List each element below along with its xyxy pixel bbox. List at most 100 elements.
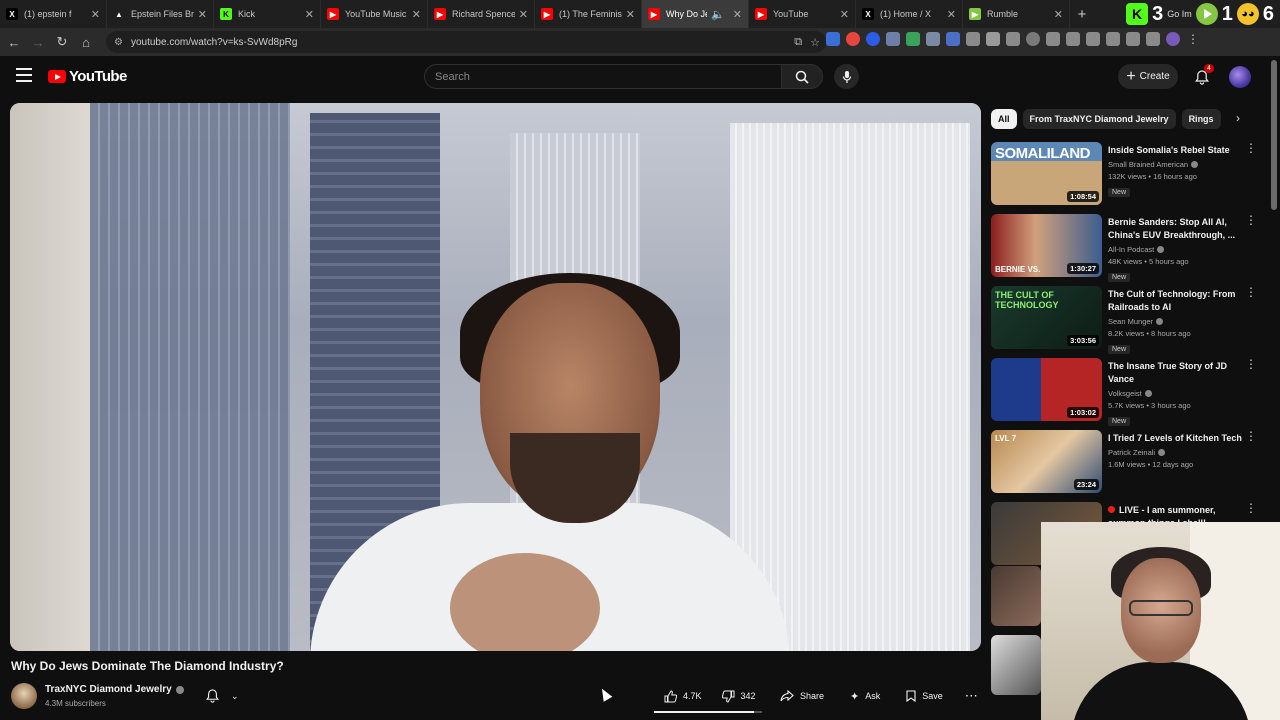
- speaker-icon[interactable]: 🔈: [711, 8, 725, 21]
- browser-tab[interactable]: ▶ YouTube ✕: [749, 0, 856, 28]
- browser-tab[interactable]: K Kick ✕: [214, 0, 321, 28]
- video-thumbnail[interactable]: [991, 635, 1041, 695]
- video-thumbnail[interactable]: BERNIE VS. 1:30:27: [991, 214, 1102, 277]
- video-thumbnail[interactable]: SOMALILAND 1:08:54: [991, 142, 1102, 205]
- extension-icon[interactable]: [1006, 32, 1020, 46]
- video-player[interactable]: [10, 103, 981, 651]
- browser-tab[interactable]: ▲ Epstein Files Bro ✕: [107, 0, 214, 28]
- youtube-logo[interactable]: YouTube: [48, 68, 127, 85]
- back-icon[interactable]: ←: [2, 35, 26, 50]
- close-tab-icon[interactable]: ✕: [947, 8, 956, 21]
- extension-icon[interactable]: [886, 32, 900, 46]
- extensions-puzzle-icon[interactable]: [1146, 32, 1160, 46]
- list-item[interactable]: BERNIE VS. 1:30:27 Bernie Sanders: Stop A…: [991, 214, 1263, 286]
- close-tab-icon[interactable]: ✕: [840, 8, 849, 21]
- close-tab-icon[interactable]: ✕: [519, 8, 528, 21]
- page-scrollbar[interactable]: [1271, 60, 1277, 210]
- extension-icon[interactable]: [1046, 32, 1060, 46]
- video-thumbnail[interactable]: THE CULT OF TECHNOLOGY 3:03:56: [991, 286, 1102, 349]
- chip-all[interactable]: All: [991, 109, 1017, 129]
- browser-tab-active[interactable]: ▶Why Do Jew🔈✕: [642, 0, 749, 28]
- rec-channel[interactable]: Sean Munger: [1108, 317, 1248, 326]
- rec-channel[interactable]: Patrick Zeinali: [1108, 448, 1248, 457]
- kebab-menu-icon[interactable]: ⋮: [1245, 358, 1257, 370]
- extension-icon[interactable]: [1106, 32, 1120, 46]
- close-tab-icon[interactable]: ✕: [198, 8, 207, 21]
- browser-tab[interactable]: X (1) epstein f ✕: [0, 0, 107, 28]
- like-button[interactable]: 4.7K: [654, 689, 712, 703]
- list-item[interactable]: SOMALILAND 1:08:54 Inside Somalia's Rebel…: [991, 142, 1263, 214]
- profile-icon[interactable]: [1166, 32, 1180, 46]
- bookmark-star-icon[interactable]: ☆: [810, 36, 820, 49]
- voice-search-button[interactable]: [834, 64, 859, 89]
- extension-icon[interactable]: [1126, 32, 1140, 46]
- rec-title[interactable]: Inside Somalia's Rebel State: [1108, 144, 1248, 157]
- rec-channel[interactable]: All-In Podcast: [1108, 245, 1248, 254]
- rec-title[interactable]: The Cult of Technology: From Railroads t…: [1108, 288, 1248, 314]
- close-tab-icon[interactable]: ✕: [626, 8, 635, 21]
- menu-hamburger-icon[interactable]: [16, 68, 32, 82]
- skyscraper: [730, 123, 970, 651]
- devtools-icon[interactable]: [1066, 32, 1080, 46]
- chip-rings[interactable]: Rings: [1181, 109, 1221, 129]
- rec-title[interactable]: I Tried 7 Levels of Kitchen Tech: [1108, 432, 1248, 445]
- extension-icon[interactable]: [906, 32, 920, 46]
- kebab-menu-icon[interactable]: ⋮: [1245, 286, 1257, 298]
- chevron-right-icon[interactable]: ›: [1236, 111, 1240, 125]
- rec-channel[interactable]: Small Brained American: [1108, 160, 1248, 169]
- channel-name[interactable]: TraxNYC Diamond Jewelry: [45, 684, 184, 695]
- video-thumbnail[interactable]: [991, 566, 1041, 626]
- home-icon[interactable]: ⌂: [74, 35, 98, 50]
- new-tab-button[interactable]: +: [1070, 6, 1094, 23]
- menu-kebab-icon[interactable]: ⋮: [1186, 32, 1200, 46]
- close-tab-icon[interactable]: ✕: [412, 8, 421, 21]
- kebab-menu-icon[interactable]: ⋮: [1245, 502, 1257, 514]
- chip-from-channel[interactable]: From TraxNYC Diamond Jewelry: [1022, 109, 1176, 129]
- dislike-button[interactable]: 342: [712, 690, 766, 703]
- sidebar-icon[interactable]: [1086, 32, 1100, 46]
- close-tab-icon[interactable]: ✕: [733, 8, 742, 21]
- rec-channel[interactable]: Volksgeist: [1108, 389, 1248, 398]
- install-icon[interactable]: ⧉: [794, 36, 802, 49]
- channel-avatar[interactable]: [11, 683, 37, 709]
- browser-tab[interactable]: ▶ YouTube Music ✕: [321, 0, 428, 28]
- list-item[interactable]: 1:03:02 The Insane True Story of JD Vanc…: [991, 358, 1263, 430]
- share-button[interactable]: Share: [770, 685, 835, 707]
- subscribed-bell-button[interactable]: ⌄: [198, 685, 254, 707]
- close-tab-icon[interactable]: ✕: [1054, 8, 1063, 21]
- history-icon[interactable]: [1026, 32, 1040, 46]
- browser-tab[interactable]: ▶ (1) The Feminist ✕: [535, 0, 642, 28]
- more-actions-button[interactable]: ⋯: [958, 685, 984, 707]
- kebab-menu-icon[interactable]: ⋮: [1245, 142, 1257, 154]
- search-button[interactable]: [781, 64, 823, 89]
- kebab-menu-icon[interactable]: ⋮: [1245, 214, 1257, 226]
- browser-tab[interactable]: ▶ Rumble ✕: [963, 0, 1070, 28]
- reload-icon[interactable]: ↻: [50, 34, 74, 50]
- account-avatar[interactable]: [1229, 66, 1251, 88]
- rec-title[interactable]: Bernie Sanders: Stop All AI, China's EUV…: [1108, 216, 1248, 242]
- list-item[interactable]: THE CULT OF TECHNOLOGY 3:03:56 The Cult o…: [991, 286, 1263, 358]
- extension-icon[interactable]: [866, 32, 880, 46]
- address-bar[interactable]: ⚙ youtube.com/watch?v=ks-SvWd8pRg ⧉ ☆: [106, 31, 826, 53]
- site-info-icon[interactable]: ⚙: [114, 37, 123, 48]
- list-item[interactable]: LVL 7 23:24 I Tried 7 Levels of Kitchen T…: [991, 430, 1263, 502]
- extension-icon[interactable]: [826, 32, 840, 46]
- save-button[interactable]: Save: [896, 685, 953, 707]
- extension-icon[interactable]: [966, 32, 980, 46]
- video-thumbnail[interactable]: LVL 7 23:24: [991, 430, 1102, 493]
- video-thumbnail[interactable]: 1:03:02: [991, 358, 1102, 421]
- kebab-menu-icon[interactable]: ⋮: [1245, 430, 1257, 442]
- ask-button[interactable]: ✦ Ask: [840, 685, 891, 707]
- browser-tab[interactable]: X (1) Home / X ✕: [856, 0, 963, 28]
- create-button[interactable]: + Create: [1118, 64, 1178, 89]
- close-tab-icon[interactable]: ✕: [305, 8, 314, 21]
- close-tab-icon[interactable]: ✕: [91, 8, 100, 21]
- extension-icon[interactable]: [946, 32, 960, 46]
- extension-icon[interactable]: [846, 32, 860, 46]
- rec-title[interactable]: The Insane True Story of JD Vance: [1108, 360, 1248, 386]
- extension-icon[interactable]: [986, 32, 1000, 46]
- forward-icon[interactable]: →: [26, 35, 50, 50]
- search-input[interactable]: Search: [424, 64, 782, 89]
- extension-icon[interactable]: [926, 32, 940, 46]
- browser-tab[interactable]: ▶ Richard Spencer ✕: [428, 0, 535, 28]
